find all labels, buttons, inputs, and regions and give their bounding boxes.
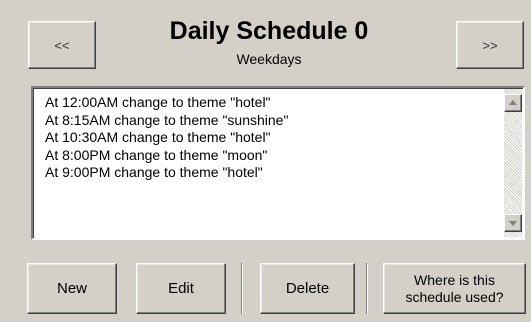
arrow-up-icon — [509, 100, 517, 105]
list-item[interactable]: At 12:00AM change to theme "hotel" — [45, 94, 288, 112]
button-divider — [366, 263, 368, 314]
previous-schedule-button[interactable]: << — [28, 21, 96, 69]
where-used-line-1: Where is this — [414, 271, 495, 288]
list-item[interactable]: At 8:15AM change to theme "sunshine" — [45, 112, 288, 130]
schedule-subtitle: Weekdays — [236, 51, 302, 67]
scroll-up-button[interactable] — [504, 94, 522, 112]
next-schedule-button[interactable]: >> — [456, 21, 524, 69]
where-used-line-2: schedule used? — [405, 288, 504, 305]
delete-button[interactable]: Delete — [260, 263, 355, 314]
scroll-down-button[interactable] — [504, 214, 522, 232]
new-button[interactable]: New — [27, 263, 117, 314]
button-divider — [241, 263, 243, 314]
list-items-container: At 12:00AM change to theme "hotel" At 8:… — [45, 94, 288, 182]
where-used-button[interactable]: Where is this schedule used? — [383, 263, 526, 314]
arrow-down-icon — [509, 221, 517, 226]
list-item[interactable]: At 10:30AM change to theme "hotel" — [45, 129, 288, 147]
where-used-label: Where is this schedule used? — [405, 272, 503, 306]
vertical-scrollbar[interactable] — [504, 89, 522, 237]
schedule-title: Daily Schedule 0 — [169, 17, 369, 45]
list-item[interactable]: At 8:00PM change to theme "moon" — [45, 147, 288, 165]
edit-button[interactable]: Edit — [136, 263, 226, 314]
daily-schedule-window: << Daily Schedule 0 Weekdays >> At 12:00… — [0, 0, 531, 322]
schedule-entries-list[interactable]: At 12:00AM change to theme "hotel" At 8:… — [31, 86, 525, 240]
list-item[interactable]: At 9:00PM change to theme "hotel" — [45, 164, 288, 182]
